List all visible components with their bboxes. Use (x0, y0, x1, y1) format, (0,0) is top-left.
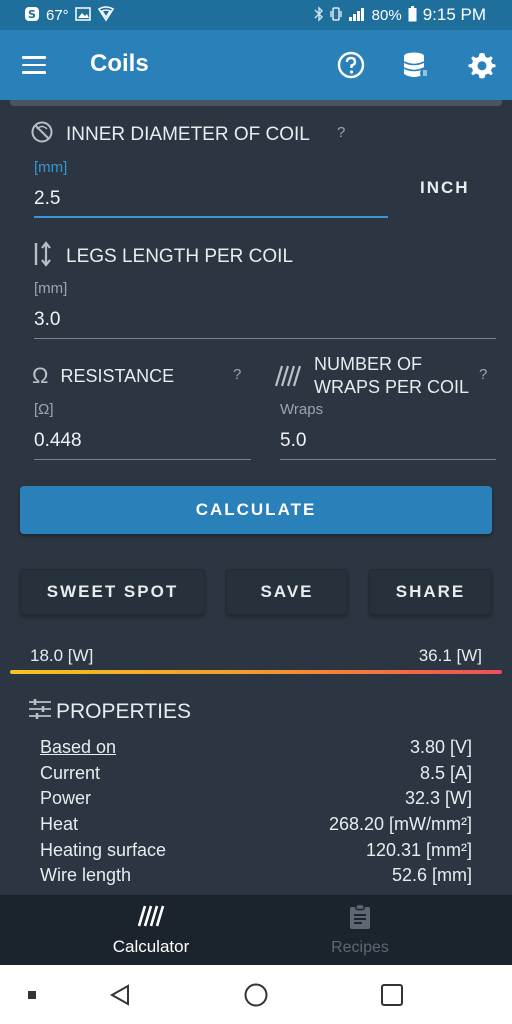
save-button[interactable]: SAVE (226, 569, 348, 615)
temperature: 67° (46, 6, 69, 24)
sliders-icon (28, 698, 52, 726)
wraps-input[interactable]: 5.0 (280, 430, 496, 460)
property-key: Heat (40, 814, 79, 834)
gear-icon[interactable] (467, 50, 497, 80)
tab-recipes[interactable]: Recipes (232, 895, 488, 965)
status-right: 80% 9:15 PM (314, 5, 486, 25)
property-key: Current (40, 763, 101, 783)
inner-diameter-label: INNER DIAMETER OF COIL (66, 124, 310, 145)
property-key: Wire length (40, 865, 132, 885)
legs-length-label: LEGS LENGTH PER COIL (66, 246, 294, 267)
diameter-icon (30, 120, 54, 150)
clock: 9:15 PM (422, 5, 486, 24)
property-value: 52.6 [mm] (391, 865, 472, 885)
image-icon (74, 6, 91, 24)
property-row: Heat 268.20 [mW/mm²] (40, 814, 472, 835)
wraps-label-line2: WRAPS PER COIL (314, 377, 470, 397)
scroll-edge (10, 100, 502, 106)
property-value: 268.20 [mW/mm²] (328, 814, 472, 834)
back-icon[interactable] (100, 965, 140, 1024)
property-value: 8.5 [A] (419, 763, 472, 783)
property-value: 120.31 [mm²] (365, 840, 472, 860)
system-navigation-bar (0, 965, 512, 1024)
wraps-help[interactable]: ? (479, 366, 487, 383)
power-max: 36.1 [W] (418, 646, 482, 665)
menu-icon[interactable] (22, 56, 46, 74)
property-row: Power 32.3 [W] (40, 788, 472, 809)
wifi-shield-icon (97, 5, 115, 25)
status-bar: S 67° 80% 9:15 PM (0, 0, 512, 30)
inner-diameter-input[interactable]: 2.5 (34, 188, 388, 218)
property-row: Wire length 52.6 [mm] (40, 865, 472, 886)
property-key: Power (40, 788, 92, 808)
ohm-icon: Ω (32, 363, 49, 388)
share-button[interactable]: SHARE (369, 569, 492, 615)
bluetooth-icon (314, 5, 324, 25)
coil-wraps-icon (274, 364, 302, 393)
dot-indicator-icon (20, 965, 44, 1024)
battery-percent: 80% (371, 6, 402, 24)
vertical-arrows-icon (30, 241, 54, 273)
clipboard-icon (348, 903, 372, 935)
property-row: Current 8.5 [A] (40, 763, 472, 784)
status-left: S 67° (24, 5, 115, 25)
property-row: Based on 3.80 [V] (40, 737, 472, 758)
property-key: Heating surface (40, 840, 167, 860)
inner-diameter-help[interactable]: ? (337, 124, 345, 141)
sweet-spot-button[interactable]: SWEET SPOT (20, 569, 205, 615)
bottom-navigation: Calculator Recipes (0, 895, 512, 965)
legs-length-input[interactable]: 3.0 (34, 309, 496, 339)
tab-calculator-label: Calculator (112, 936, 190, 956)
resistance-unit: [Ω] (34, 401, 54, 418)
wraps-label-line1: NUMBER OF (314, 354, 422, 374)
inner-diameter-unit: [mm] (34, 159, 68, 176)
legs-length-unit: [mm] (34, 280, 68, 297)
database-icon[interactable] (401, 50, 431, 80)
property-value: 3.80 [V] (409, 737, 472, 757)
recents-icon[interactable] (372, 965, 412, 1024)
battery-icon (408, 5, 417, 25)
page-title: Coils (90, 50, 149, 77)
signal-icon (348, 7, 366, 24)
home-icon[interactable] (236, 965, 276, 1024)
based-on-link[interactable]: Based on (40, 737, 116, 758)
legs-length-label-row: LEGS LENGTH PER COIL (30, 241, 293, 273)
vibrate-icon (330, 6, 342, 25)
resistance-label-row: Ω RESISTANCE (32, 363, 174, 389)
resistance-help[interactable]: ? (233, 366, 241, 383)
inch-toggle-button[interactable]: INCH (420, 178, 470, 198)
power-min: 18.0 [W] (30, 646, 94, 665)
calculate-button[interactable]: CALCULATE (20, 486, 492, 534)
tab-recipes-label: Recipes (331, 938, 389, 956)
app-bar: Coils (0, 30, 512, 100)
wraps-unit: Wraps (280, 401, 324, 418)
property-row: Heating surface 120.31 [mm²] (40, 840, 472, 861)
wraps-label: NUMBER OF WRAPS PER COIL (314, 353, 469, 399)
calculator-content[interactable]: INNER DIAMETER OF COIL ? [mm] 2.5 INCH L… (0, 100, 512, 895)
resistance-label: RESISTANCE (60, 365, 175, 386)
svg-text:S: S (28, 8, 36, 21)
properties-title: PROPERTIES (56, 700, 191, 723)
power-range-bar (10, 670, 502, 674)
inner-diameter-label-row: INNER DIAMETER OF COIL (30, 120, 310, 150)
resistance-input[interactable]: 0.448 (34, 430, 251, 460)
properties-header: PROPERTIES (28, 698, 191, 726)
property-value: 32.3 [W] (404, 788, 472, 808)
coil-calculator-icon (137, 904, 165, 933)
s-notification-icon: S (24, 6, 40, 25)
help-circle-icon[interactable] (336, 50, 366, 80)
